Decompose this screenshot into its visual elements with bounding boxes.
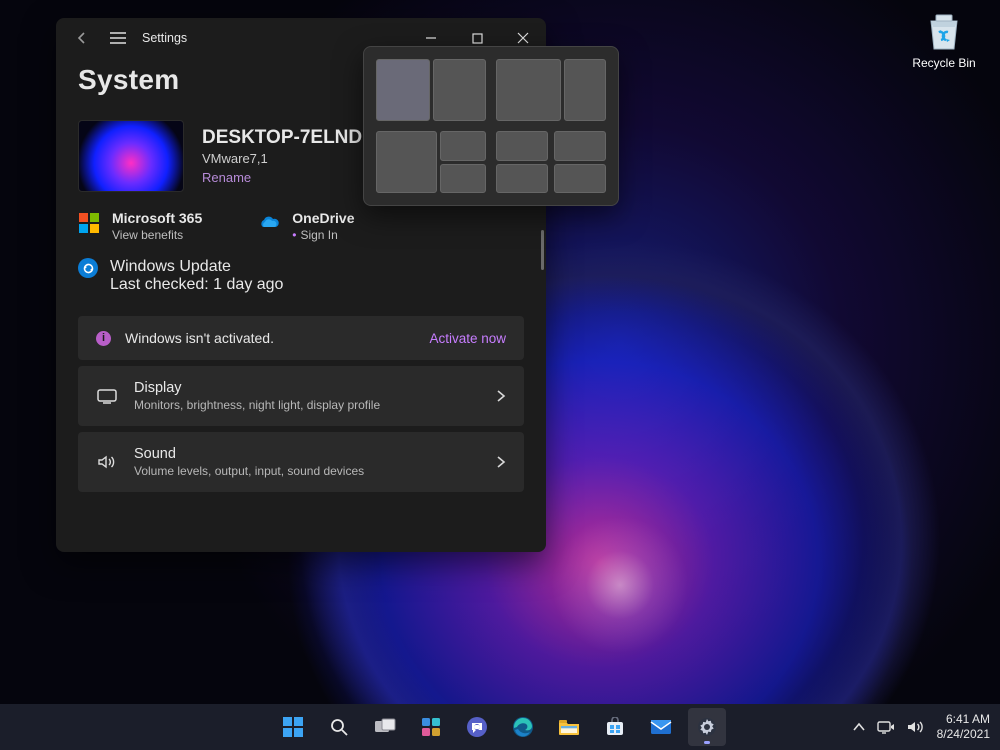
onedrive-icon: [258, 212, 280, 234]
update-title: Windows Update: [110, 258, 283, 276]
onedrive-tile[interactable]: OneDrive •Sign In: [258, 210, 354, 242]
device-name: DESKTOP-7ELNDNI: [202, 127, 381, 149]
onedrive-title: OneDrive: [292, 210, 354, 226]
windows-update-tile[interactable]: Windows Update Last checked: 1 day ago: [78, 258, 524, 294]
microsoft-365-icon: [78, 212, 100, 234]
taskbar: 6:41 AM 8/24/2021: [0, 704, 1000, 750]
snap-layout-half-half[interactable]: [376, 59, 486, 121]
snap-layout-two-thirds[interactable]: [496, 59, 606, 121]
chevron-right-icon: [496, 389, 506, 403]
recycle-bin-icon: [923, 10, 965, 52]
display-desc: Monitors, brightness, night light, displ…: [134, 398, 480, 412]
recycle-bin-desktop-icon[interactable]: Recycle Bin: [906, 10, 982, 70]
snap-layouts-flyout: [363, 46, 619, 206]
file-explorer-taskbar-icon[interactable]: [550, 708, 588, 746]
search-button[interactable]: [320, 708, 358, 746]
tray-overflow-button[interactable]: [853, 722, 865, 732]
chevron-right-icon: [496, 455, 506, 469]
sound-icon: [96, 454, 118, 470]
activate-now-link[interactable]: Activate now: [429, 331, 506, 346]
windows-update-icon: [78, 258, 98, 278]
task-view-button[interactable]: [366, 708, 404, 746]
info-icon: i: [96, 331, 111, 346]
snap-layout-quarters[interactable]: [496, 131, 606, 193]
back-button[interactable]: [64, 18, 100, 58]
display-title: Display: [134, 380, 480, 396]
system-tray: 6:41 AM 8/24/2021: [853, 712, 990, 742]
chat-button[interactable]: [458, 708, 496, 746]
start-button[interactable]: [274, 708, 312, 746]
scrollbar-thumb[interactable]: [541, 230, 544, 270]
rename-device-link[interactable]: Rename: [202, 170, 381, 185]
taskbar-clock[interactable]: 6:41 AM 8/24/2021: [937, 712, 990, 742]
device-model: VMware7,1: [202, 151, 381, 166]
device-wallpaper-thumbnail[interactable]: [78, 120, 184, 192]
sound-title: Sound: [134, 446, 480, 462]
widgets-button[interactable]: [412, 708, 450, 746]
sound-settings-row[interactable]: Sound Volume levels, output, input, soun…: [78, 432, 524, 492]
recycle-bin-label: Recycle Bin: [906, 56, 982, 70]
activation-text: Windows isn't activated.: [125, 330, 274, 346]
sound-desc: Volume levels, output, input, sound devi…: [134, 464, 480, 478]
mail-taskbar-icon[interactable]: [642, 708, 680, 746]
volume-tray-icon[interactable]: [907, 720, 925, 734]
settings-taskbar-icon[interactable]: [688, 708, 726, 746]
update-sub: Last checked: 1 day ago: [110, 276, 283, 294]
window-title: Settings: [142, 31, 187, 45]
display-icon: [96, 388, 118, 404]
display-settings-row[interactable]: Display Monitors, brightness, night ligh…: [78, 366, 524, 426]
store-taskbar-icon[interactable]: [596, 708, 634, 746]
snap-layout-thirds[interactable]: [376, 131, 486, 193]
onedrive-sub: Sign In: [300, 228, 337, 242]
taskbar-date: 8/24/2021: [937, 727, 990, 742]
network-tray-icon[interactable]: [877, 720, 895, 734]
hamburger-menu-button[interactable]: [100, 18, 136, 58]
m365-sub: View benefits: [112, 228, 202, 242]
taskbar-time: 6:41 AM: [937, 712, 990, 727]
m365-title: Microsoft 365: [112, 210, 202, 226]
activation-banner[interactable]: i Windows isn't activated. Activate now: [78, 316, 524, 360]
microsoft-365-tile[interactable]: Microsoft 365 View benefits: [78, 210, 202, 242]
edge-taskbar-icon[interactable]: [504, 708, 542, 746]
